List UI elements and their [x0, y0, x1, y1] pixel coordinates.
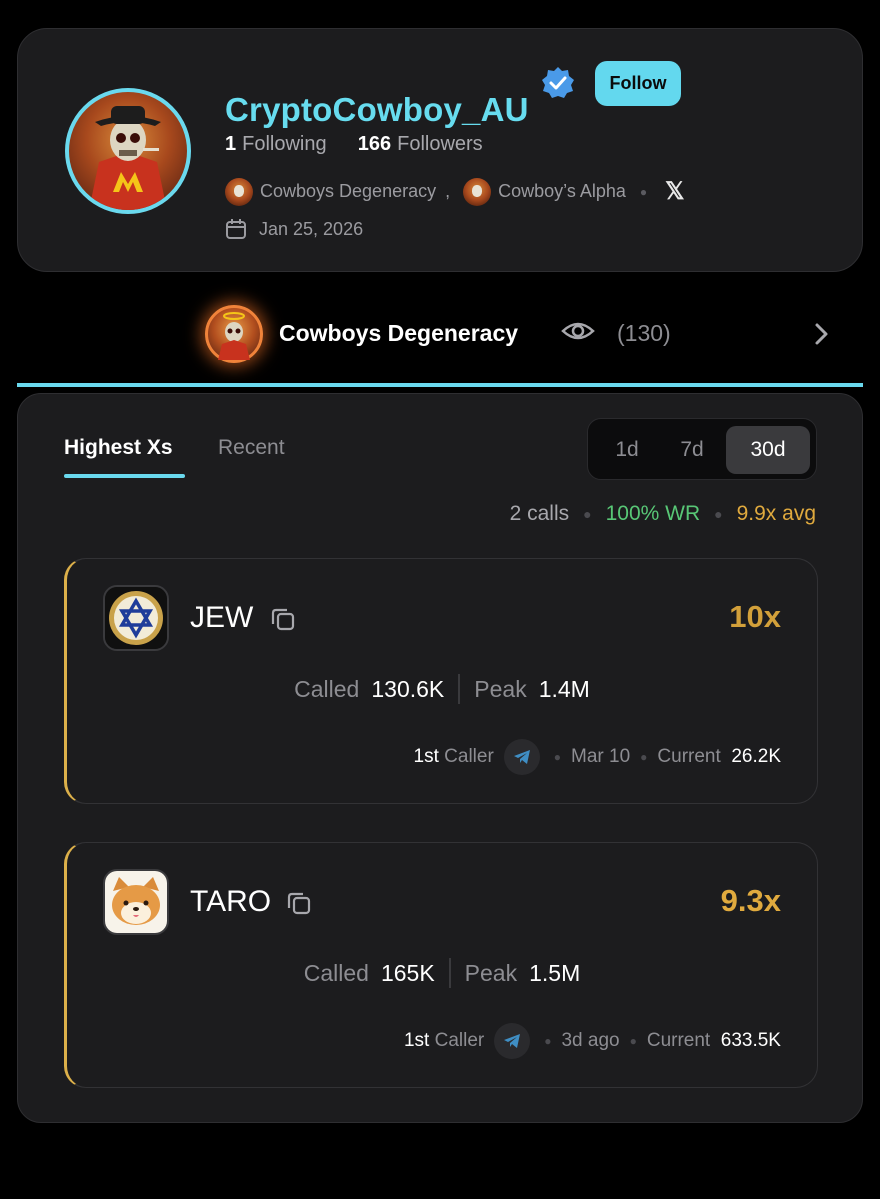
average-multiple: 9.9x avg	[736, 502, 816, 525]
calendar-icon	[226, 219, 246, 239]
group-link-1[interactable]: Cowboys Degeneracy	[260, 181, 436, 202]
copy-icon[interactable]	[286, 890, 312, 916]
peak-value: 1.5M	[529, 959, 581, 986]
group-avatar-icon	[463, 177, 492, 206]
calls-count: 2 calls	[509, 502, 570, 525]
peak-label: Peak	[464, 959, 518, 986]
group-link-2[interactable]: Cowboy’s Alpha	[498, 181, 626, 202]
called-label: Called	[303, 959, 369, 986]
peak-label: Peak	[474, 675, 527, 702]
range-1d-button[interactable]: 1d	[602, 426, 652, 474]
followers-label: Followers	[397, 133, 483, 155]
call-date: 3d ago	[561, 1030, 620, 1051]
following-label: Following	[242, 133, 327, 155]
token-logo	[103, 585, 169, 651]
tab-recent[interactable]: Recent	[218, 436, 285, 460]
call-multiple: 9.3x	[720, 883, 781, 918]
vertical-divider	[448, 958, 451, 988]
called-peak-row: Called 130.6K Peak 1.4M	[67, 674, 817, 704]
token-logo	[103, 869, 169, 935]
peak-value: 1.4M	[538, 675, 590, 702]
telegram-icon[interactable]	[494, 1023, 531, 1059]
calls-panel: Highest Xs Recent 1d 7d 30d 2 calls ● 10…	[17, 393, 863, 1123]
caller-rank: 1st	[403, 1030, 430, 1051]
copy-icon[interactable]	[270, 606, 296, 632]
community-avatar-icon	[218, 312, 250, 360]
called-value: 130.6K	[371, 675, 445, 702]
profile-card: CryptoCowboy_AU Follow 1 Following 166 Fol…	[17, 28, 863, 272]
join-date: Jan 25, 2026	[259, 218, 364, 239]
current-label: Current	[657, 746, 721, 767]
section-divider	[17, 383, 863, 387]
dot-separator: ●	[583, 506, 592, 522]
caller-label: Caller	[434, 1030, 485, 1051]
tab-highest-xs[interactable]: Highest Xs	[64, 436, 173, 460]
eye-icon	[561, 322, 595, 340]
caller-rank: 1st	[413, 746, 439, 767]
call-meta-row: 1st Caller ● Mar 10 ● Current 26.2K	[414, 739, 781, 775]
caller-label: Caller	[444, 746, 494, 767]
community-row[interactable]: Cowboys Degeneracy (130)	[0, 300, 880, 370]
call-meta-row: 1st Caller ● 3d ago ● Current 633.5K	[404, 1023, 781, 1059]
current-value: 26.2K	[731, 746, 781, 767]
call-summary: 2 calls ● 100% WR ● 9.9x avg	[510, 502, 816, 526]
star-of-david-coin-icon	[105, 587, 167, 649]
win-rate: 100% WR	[605, 502, 701, 525]
join-date-row: Jan 25, 2026	[225, 218, 363, 240]
chevron-right-icon[interactable]	[812, 320, 832, 348]
current-label: Current	[646, 1030, 711, 1051]
called-peak-row: Called 165K Peak 1.5M	[67, 958, 817, 988]
community-avatar	[205, 305, 263, 363]
active-tab-indicator	[64, 474, 185, 478]
profile-avatar[interactable]	[65, 88, 191, 214]
following-count: 1	[225, 133, 237, 155]
call-card[interactable]: TARO 9.3x Called 165K Peak 1.5M 1st Call…	[64, 842, 818, 1088]
token-name: JEW	[190, 601, 254, 634]
follow-button[interactable]: Follow	[595, 61, 681, 106]
followers-link[interactable]: 166 Followers	[358, 133, 483, 155]
call-card[interactable]: JEW 10x Called 130.6K Peak 1.4M 1st Call…	[64, 558, 818, 804]
x-logo-icon[interactable]: 𝕏	[665, 177, 684, 206]
watcher-count: (130)	[617, 320, 671, 346]
call-multiple: 10x	[729, 599, 781, 634]
telegram-icon[interactable]	[503, 739, 540, 775]
shiba-dog-icon	[105, 871, 167, 933]
dot-separator: ●	[639, 184, 648, 199]
call-date: Mar 10	[571, 746, 631, 767]
profile-username[interactable]: CryptoCowboy_AU	[225, 91, 529, 129]
current-value: 633.5K	[720, 1030, 781, 1051]
called-label: Called	[294, 675, 360, 702]
token-name: TARO	[190, 885, 272, 918]
cowboy-skull-avatar-icon	[89, 106, 167, 210]
follow-stats: 1 Following 166 Followers	[225, 133, 483, 156]
community-name: Cowboys Degeneracy	[279, 320, 519, 346]
time-range-selector: 1d 7d 30d	[587, 418, 817, 480]
followers-count: 166	[357, 133, 392, 155]
vertical-divider	[458, 674, 461, 704]
following-link[interactable]: 1 Following	[225, 133, 327, 155]
group-separator: ,	[445, 181, 451, 201]
dot-separator: ●	[714, 506, 723, 522]
called-value: 165K	[380, 959, 435, 986]
verified-badge-icon	[542, 67, 574, 98]
group-list: Cowboys Degeneracy , Cowboy’s Alpha ● 𝕏	[225, 177, 684, 206]
range-7d-button[interactable]: 7d	[666, 426, 718, 474]
group-avatar-icon	[225, 177, 253, 206]
range-30d-button[interactable]: 30d	[726, 426, 810, 474]
